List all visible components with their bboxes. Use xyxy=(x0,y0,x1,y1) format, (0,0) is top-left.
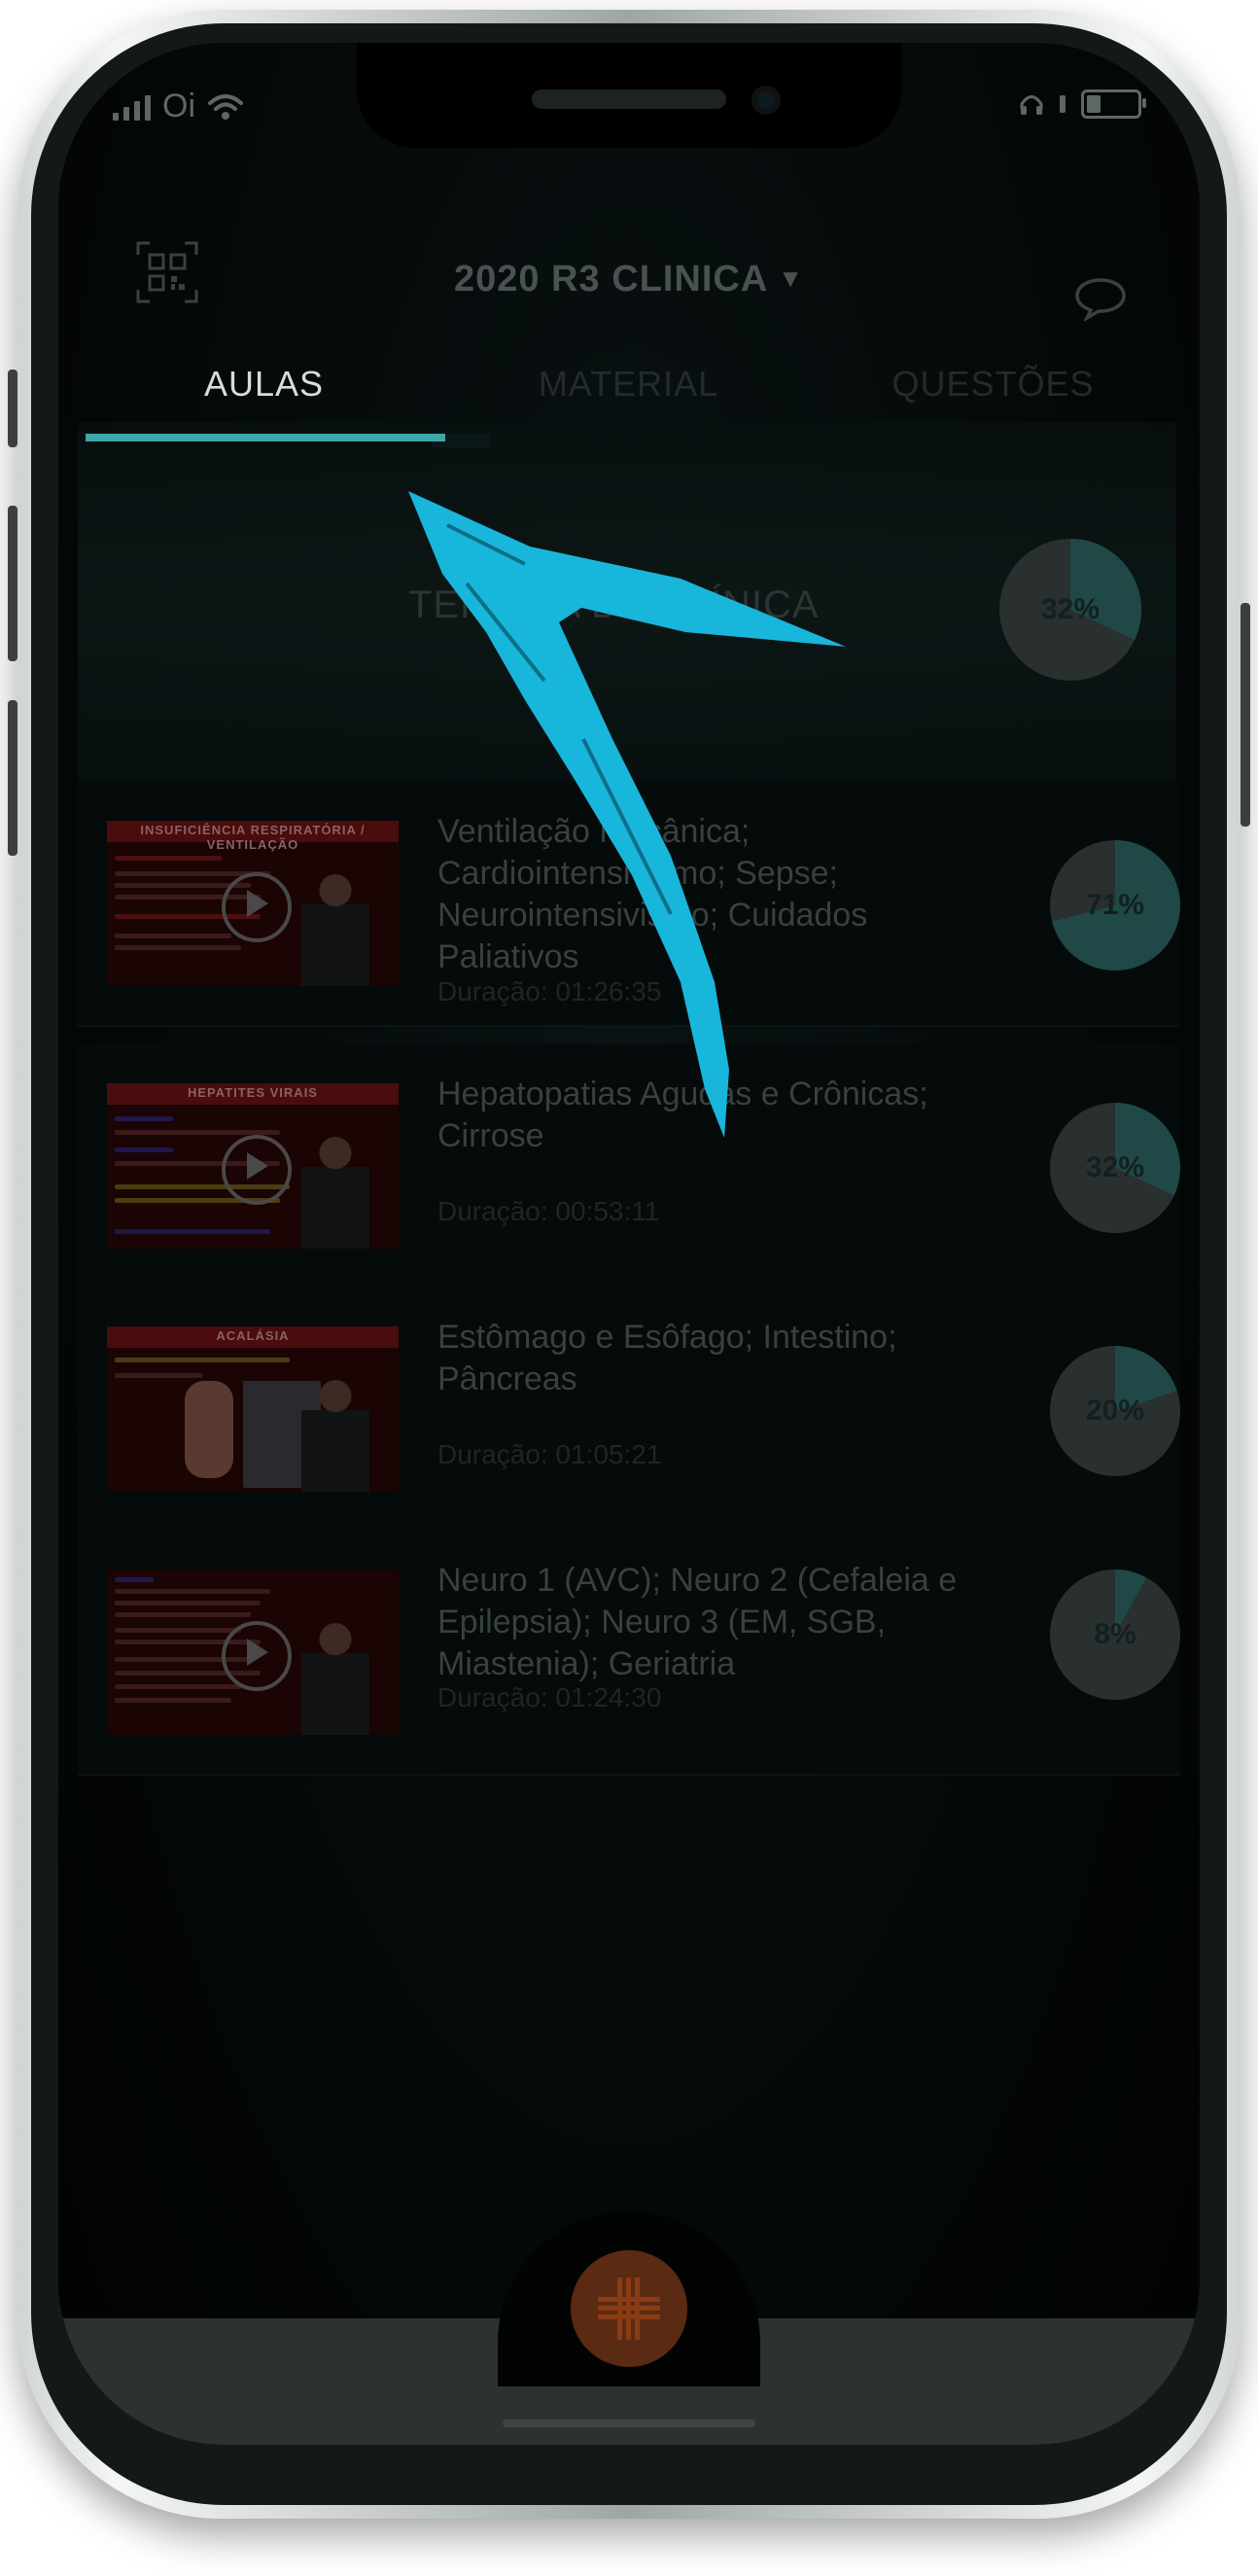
lesson-progress-value: 71% xyxy=(1085,889,1145,921)
thumb-header-text: INSUFICIÊNCIA RESPIRATÓRIA / VENTILAÇÃO xyxy=(140,823,366,852)
tab-bar: AULAS MATERIAL QUESTÕES xyxy=(82,335,1176,471)
play-icon[interactable] xyxy=(222,1135,292,1205)
lesson-duration: Duração: 01:05:21 xyxy=(437,1439,662,1469)
lesson-thumbnail[interactable]: INSUFICIÊNCIA RESPIRATÓRIA / VENTILAÇÃO xyxy=(107,821,399,986)
lesson-progress-label: 71% xyxy=(1050,840,1180,970)
tab-aulas[interactable]: AULAS xyxy=(82,364,446,405)
volume-up-button xyxy=(8,506,17,661)
tab-questoes[interactable]: QUESTÕES xyxy=(811,364,1175,405)
cell-signal-icon xyxy=(113,93,151,121)
battery-level xyxy=(1087,95,1101,113)
lesson-title: Estômago e Esôfago; Intestino; Pâncreas xyxy=(437,1319,897,1397)
carrier-label: Oi xyxy=(162,88,195,124)
lesson-progress-value: 8% xyxy=(1094,1618,1136,1650)
chevron-down-icon: ▼ xyxy=(778,264,805,293)
lesson-progress-label: 32% xyxy=(1050,1103,1180,1233)
course-progress-label: 32% xyxy=(999,539,1141,681)
speaker-grille xyxy=(532,89,726,109)
course-selector-label: 2020 R3 CLINICA xyxy=(453,259,769,300)
lesson-thumbnail[interactable]: ACALÁSIA xyxy=(107,1326,399,1492)
mute-switch xyxy=(8,370,17,447)
course-header: TERAPIA DE CLÍNICA 32% xyxy=(58,529,1200,685)
volume-down-button xyxy=(8,700,17,856)
course-progress-pie: 32% xyxy=(999,539,1141,681)
instructor-figure xyxy=(301,869,369,986)
lesson-item[interactable]: ACALÁSIA Estômago e Esôfago; Intestino; … xyxy=(78,1288,1180,1533)
instructor-figure xyxy=(301,1618,369,1735)
lesson-progress-pie: 32% xyxy=(1050,1103,1180,1233)
lesson-duration: Duração: 01:24:30 xyxy=(437,1682,662,1712)
lesson-thumbnail[interactable]: HEPATITES VIRAIS xyxy=(107,1083,399,1249)
lesson-item[interactable]: HEPATITES VIRAIS Hepatopatias Agudas e C… xyxy=(78,1044,1180,1289)
app-screen: Oi 2020 R3 CLINICA ▼ AULAS MATERIAL QUES… xyxy=(58,43,1200,2445)
play-icon[interactable] xyxy=(222,1621,292,1691)
play-icon[interactable] xyxy=(222,872,292,942)
active-tab-indicator xyxy=(86,434,445,441)
status-bar: Oi xyxy=(58,43,1200,150)
course-progress-value: 32% xyxy=(1040,593,1101,625)
status-left: Oi xyxy=(113,88,244,125)
lesson-thumbnail[interactable] xyxy=(107,1570,399,1735)
lesson-progress-pie: 71% xyxy=(1050,840,1180,970)
thumb-header-text: HEPATITES VIRAIS xyxy=(188,1085,318,1100)
wifi-icon xyxy=(208,93,243,120)
lesson-title: Ventilação Mecânica; Cardiointensivismo;… xyxy=(437,813,868,975)
chat-bubble-icon[interactable] xyxy=(1073,276,1128,321)
app-header: 2020 R3 CLINICA ▼ xyxy=(58,208,1200,325)
headphones-icon xyxy=(1020,95,1043,115)
battery-icon xyxy=(1081,89,1146,119)
lock-rotation-icon xyxy=(1060,95,1066,113)
lesson-progress-label: 20% xyxy=(1050,1346,1180,1476)
instructor-figure xyxy=(301,1132,369,1249)
home-indicator xyxy=(503,2419,755,2427)
thumb-header-text: ACALÁSIA xyxy=(216,1328,290,1343)
lesson-duration: Duração: 00:53:11 xyxy=(437,1196,660,1226)
instructor-figure xyxy=(301,1375,369,1492)
lesson-progress-pie: 8% xyxy=(1050,1570,1180,1700)
lesson-progress-pie: 20% xyxy=(1050,1346,1180,1476)
front-camera xyxy=(751,86,781,115)
course-title: TERAPIA DE CLÍNICA xyxy=(408,583,820,626)
logo-cross-icon xyxy=(598,2277,660,2340)
tab-material[interactable]: MATERIAL xyxy=(446,364,811,405)
power-button xyxy=(1241,603,1250,827)
home-button[interactable] xyxy=(571,2250,687,2367)
lesson-progress-label: 8% xyxy=(1050,1570,1180,1700)
lesson-title: Hepatopatias Agudas e Crônicas; Cirrose xyxy=(437,1076,928,1154)
lesson-progress-value: 20% xyxy=(1085,1394,1145,1427)
lesson-item[interactable]: Neuro 1 (AVC); Neuro 2 (Cefaleia e Epile… xyxy=(78,1531,1180,1776)
lesson-progress-value: 32% xyxy=(1085,1151,1145,1183)
lesson-title: Neuro 1 (AVC); Neuro 2 (Cefaleia e Epile… xyxy=(437,1562,958,1682)
lesson-duration: Duração: 01:26:35 xyxy=(437,976,662,1006)
lesson-item[interactable]: INSUFICIÊNCIA RESPIRATÓRIA / VENTILAÇÃO … xyxy=(78,782,1180,1027)
course-selector[interactable]: 2020 R3 CLINICA ▼ xyxy=(58,259,1200,300)
status-right xyxy=(1019,89,1146,119)
phone-notch xyxy=(357,43,901,148)
